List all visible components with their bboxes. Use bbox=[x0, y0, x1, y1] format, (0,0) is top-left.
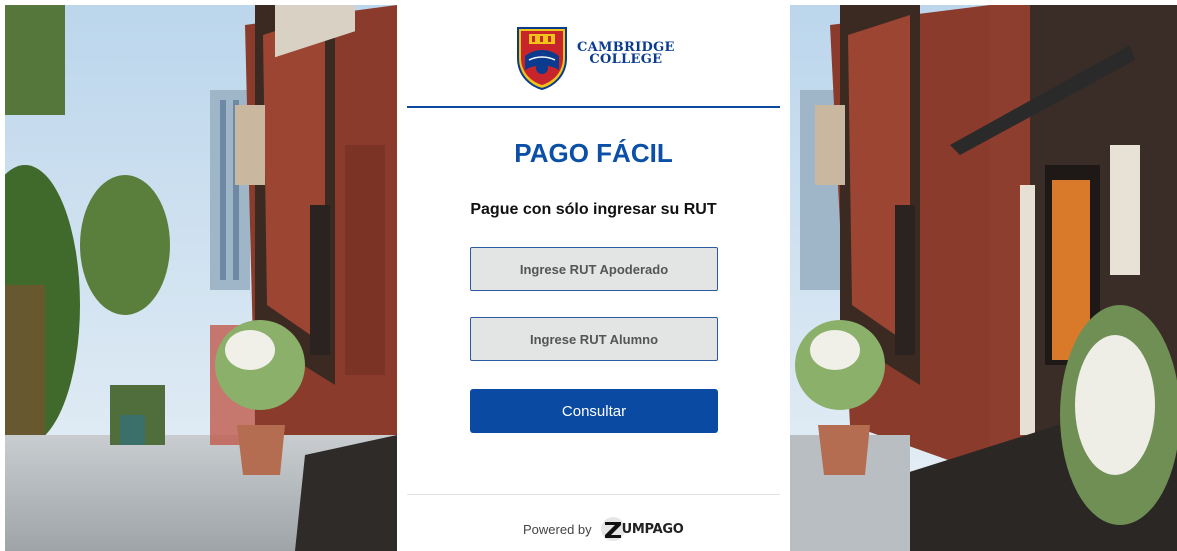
header-divider bbox=[407, 106, 780, 108]
zumpago-wordmark: UMPAGO bbox=[621, 521, 684, 537]
background-photo-right bbox=[790, 5, 1177, 551]
rut-alumno-input[interactable] bbox=[470, 317, 718, 361]
footer-divider bbox=[407, 494, 780, 495]
consultar-button[interactable]: Consultar bbox=[470, 389, 718, 433]
powered-by: Powered by UMPAGO bbox=[523, 514, 684, 544]
login-panel: CAMBRIDGE COLLEGE PAGO FÁCIL Pague con s… bbox=[397, 0, 790, 551]
background-photo-left bbox=[5, 5, 397, 551]
college-crest-icon bbox=[517, 27, 567, 90]
logo-line-2: COLLEGE bbox=[589, 52, 663, 67]
zumpago-logo: UMPAGO bbox=[600, 514, 684, 544]
logo-wordmark: CAMBRIDGE COLLEGE bbox=[577, 41, 675, 67]
cambridge-college-logo: CAMBRIDGE COLLEGE bbox=[515, 22, 675, 92]
page-title: PAGO FÁCIL bbox=[514, 138, 673, 168]
rut-apoderado-input[interactable] bbox=[470, 247, 718, 291]
powered-by-label: Powered by bbox=[523, 521, 592, 537]
page-subtitle: Pague con sólo ingresar su RUT bbox=[470, 201, 717, 218]
